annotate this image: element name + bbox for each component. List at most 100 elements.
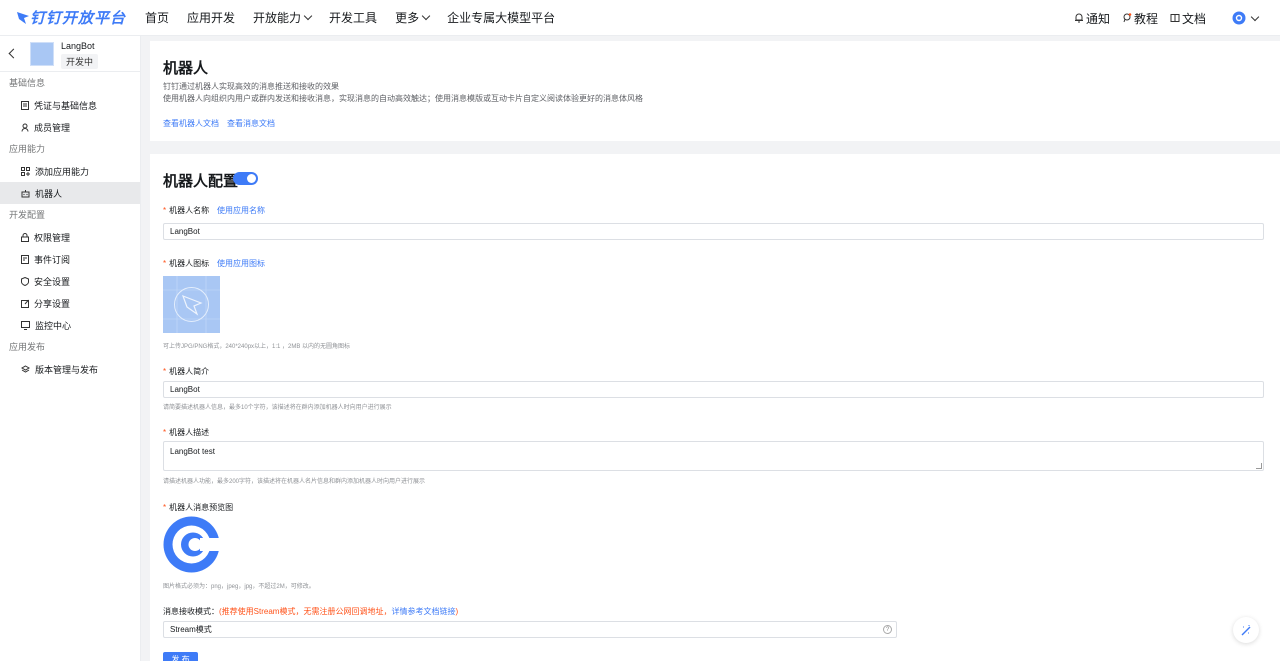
sidebar-item-label: 监控中心 [35, 320, 72, 331]
notify-label: 通知 [1085, 11, 1110, 26]
resize-handle-icon[interactable] [1256, 463, 1262, 469]
sidebar-item-security[interactable]: 安全设置 [0, 270, 140, 292]
nav-enterprise-llm[interactable]: 企业专属大模型平台 [447, 9, 555, 26]
book-icon [1170, 14, 1180, 22]
robot-icon-image [163, 276, 220, 333]
sidebar-item-label: 版本管理与发布 [35, 364, 99, 375]
sidebar-item-robot[interactable]: 机器人 [0, 182, 140, 204]
config-title: 机器人配置 [163, 173, 239, 190]
chevron-down-icon [1250, 12, 1260, 21]
robot-intro-input[interactable]: LangBot [163, 381, 1264, 398]
grid-add-icon [21, 166, 30, 176]
logo[interactable]: 钉钉开放平台 [16, 7, 128, 28]
robot-icon-label-text: 机器人图标 [169, 259, 210, 268]
magic-wand-icon [1241, 625, 1251, 636]
sidebar-group-title: 应用发布 [9, 342, 46, 352]
sidebar-item-events[interactable]: 事件订阅 [0, 248, 140, 270]
preview-image-icon [163, 516, 220, 573]
dingtalk-logo-icon [17, 11, 29, 24]
robot-preview-upload[interactable] [163, 516, 220, 573]
use-app-icon-link[interactable]: 使用应用图标 [217, 258, 265, 269]
sidebar-item-label: 安全设置 [34, 276, 71, 287]
robot-name-input[interactable]: LangBot [163, 223, 1264, 240]
robot-intro-label: * 机器人简介 [163, 367, 210, 376]
sidebar-item-label: 权限管理 [34, 232, 71, 243]
shield-icon [21, 276, 29, 286]
robot-preview-hint: 图片格式必须为：png，jpeg，jpg，不超过2M，可修改。 [163, 584, 315, 590]
help-icon[interactable]: ? [883, 625, 892, 634]
sidebar-group-title: 应用能力 [9, 144, 46, 154]
sidebar-item-label: 分享设置 [34, 298, 71, 309]
message-mode-select[interactable]: Stream模式 ? [163, 621, 897, 638]
robot-intro-hint: 请简要描述机器人信息，最多10个字符，该描述将在群内添加机器人时向用户进行展示 [163, 405, 392, 411]
nav-home[interactable]: 首页 [145, 9, 169, 26]
bell-icon [1074, 13, 1083, 23]
robot-icon-upload[interactable] [163, 276, 220, 333]
sidebar-item-credentials[interactable]: 凭证与基础信息 [0, 94, 140, 116]
message-mode-doc-link[interactable]: 详情参考文档链接 [391, 607, 455, 616]
nav-more[interactable]: 更多 [395, 9, 431, 26]
robot-desc-label: * 机器人描述 [163, 428, 210, 437]
sidebar-item-label: 凭证与基础信息 [34, 100, 98, 111]
robot-name-label: * 机器人名称 [163, 206, 210, 215]
intro-desc-2: 使用机器人向组织内用户或群内发送和接收消息，实现消息的自动高效触达；使用消息模版… [163, 94, 643, 103]
sidebar-item-share[interactable]: 分享设置 [0, 292, 140, 314]
app-name: LangBot [61, 41, 95, 51]
nav-open-capability[interactable]: 开放能力 [253, 9, 313, 26]
sidebar-item-release[interactable]: 版本管理与发布 [0, 358, 140, 380]
user-avatar-menu[interactable] [1232, 11, 1260, 25]
sidebar-item-monitor[interactable]: 监控中心 [0, 314, 140, 336]
message-mode-note: (推荐使用Stream模式，无需注册公网回调地址， [219, 607, 392, 616]
message-doc-link[interactable]: 查看消息文档 [227, 118, 275, 129]
message-mode-label: 消息接收模式： [163, 607, 219, 616]
robot-desc-hint: 请描述机器人功能，最多200字符，该描述将在机器人名片信息和群内添加机器人时向用… [163, 479, 426, 485]
robot-desc-label-text: 机器人描述 [169, 428, 210, 437]
sidebar: LangBot 开发中 基础信息 凭证与基础信息 成员管理 应用能力 添加应用能… [0, 36, 141, 661]
message-mode-value: Stream模式 [170, 625, 212, 634]
nav-dev-tools[interactable]: 开发工具 [329, 9, 377, 26]
notify-button[interactable]: 通知 [1074, 10, 1110, 27]
robot-enable-toggle[interactable] [233, 172, 258, 185]
robot-preview-label: * 机器人消息预览图 [163, 503, 234, 512]
robot-preview-label-text: 机器人消息预览图 [169, 503, 234, 512]
back-arrow-icon[interactable] [8, 48, 19, 59]
avatar-icon [1232, 11, 1246, 25]
sidebar-item-members[interactable]: 成员管理 [0, 116, 140, 138]
sidebar-item-add-capability[interactable]: 添加应用能力 [0, 160, 140, 182]
robot-icon [21, 189, 30, 197]
robot-desc-textarea[interactable]: LangBot test [163, 441, 1264, 471]
sidebar-item-label: 添加应用能力 [35, 166, 90, 177]
robot-doc-link[interactable]: 查看机器人文档 [163, 118, 219, 129]
robot-intro-panel: 机器人 钉钉通过机器人实现高效的消息推送和接收的效果 使用机器人向组织内用户或群… [150, 41, 1280, 141]
logo-text: 钉钉开放平台 [30, 10, 127, 27]
chevron-down-icon [303, 11, 313, 21]
document-icon [21, 100, 29, 110]
intro-desc-1: 钉钉通过机器人实现高效的消息推送和接收的效果 [163, 82, 339, 91]
nav-open-capability-label: 开放能力 [253, 11, 302, 25]
assistant-fab[interactable] [1233, 617, 1259, 643]
message-mode-note-end: ) [455, 607, 459, 616]
sidebar-item-label: 成员管理 [34, 122, 71, 133]
event-icon [21, 254, 29, 264]
tutorial-button[interactable]: 教程 [1122, 10, 1158, 27]
robot-desc-value: LangBot test [170, 447, 215, 456]
sidebar-item-permissions[interactable]: 权限管理 [0, 226, 140, 248]
nav-more-label: 更多 [395, 11, 420, 25]
lock-icon [21, 232, 29, 242]
docs-button[interactable]: 文档 [1170, 10, 1206, 27]
sidebar-item-label: 事件订阅 [34, 254, 71, 265]
chevron-down-icon [421, 11, 431, 21]
page-title: 机器人 [163, 60, 209, 77]
publish-button[interactable]: 发 布 [163, 652, 198, 661]
robot-config-panel: 机器人配置 * 机器人名称 使用应用名称 LangBot * 机器人图标 使用应用图… [150, 154, 1280, 661]
share-icon [21, 299, 29, 308]
robot-name-label-text: 机器人名称 [169, 206, 210, 215]
toggle-knob [247, 174, 256, 183]
docs-label: 文档 [1181, 11, 1206, 26]
use-app-name-link[interactable]: 使用应用名称 [217, 205, 265, 216]
sidebar-group-title: 开发配置 [9, 210, 46, 220]
top-nav: 钉钉开放平台 首页 应用开发 开放能力 开发工具 更多 企业专属大模型平台 通知… [0, 0, 1280, 36]
app-header: LangBot 开发中 [0, 36, 140, 72]
app-icon-thumbnail [30, 42, 54, 66]
nav-app-dev[interactable]: 应用开发 [187, 9, 235, 26]
